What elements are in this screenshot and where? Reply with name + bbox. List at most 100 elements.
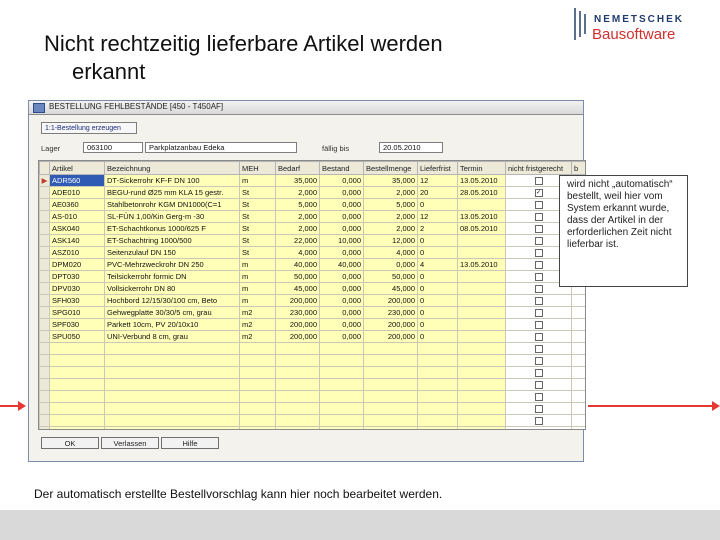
table-row[interactable]: AE0360 Stahlbetonrohr KGM DN1000(C=1 St 5,0… <box>39 198 585 211</box>
empty-cell[interactable] <box>319 414 364 427</box>
column-header[interactable]: Lieferfrist <box>417 161 458 175</box>
cell-termin[interactable] <box>457 198 506 211</box>
cell-meh[interactable]: St <box>239 198 276 211</box>
checkbox-icon[interactable] <box>534 273 543 281</box>
checkbox-icon[interactable] <box>534 249 543 257</box>
cell-bestand[interactable]: 0,000 <box>319 186 364 199</box>
cell-bedarf[interactable]: 2,000 <box>275 222 320 235</box>
checkbox-icon[interactable] <box>534 201 543 209</box>
cell-meh[interactable]: St <box>239 210 276 223</box>
empty-cell[interactable] <box>319 342 364 355</box>
empty-cell[interactable] <box>104 366 240 379</box>
empty-cell[interactable] <box>239 378 276 391</box>
empty-cell[interactable] <box>417 366 458 379</box>
leave-button[interactable]: Verlassen <box>101 437 159 449</box>
cell-menge[interactable]: 200,000 <box>363 318 418 331</box>
cell-bez[interactable]: Stahlbetonrohr KGM DN1000(C=1 <box>104 198 240 211</box>
cell-bedarf[interactable]: 2,000 <box>275 210 320 223</box>
empty-cell[interactable] <box>505 366 572 379</box>
empty-cell[interactable] <box>49 414 105 427</box>
cell-bestand[interactable]: 0,000 <box>319 294 364 307</box>
empty-cell[interactable] <box>571 366 585 379</box>
empty-cell[interactable] <box>239 342 276 355</box>
cell-frist[interactable]: 0 <box>417 318 458 331</box>
cell-bedarf[interactable]: 22,000 <box>275 234 320 247</box>
checked-checkbox-icon[interactable]: ✓ <box>534 189 543 197</box>
checkbox-icon[interactable] <box>534 225 543 233</box>
empty-cell[interactable] <box>571 426 585 429</box>
late-checkbox-cell[interactable] <box>505 306 572 319</box>
cell-b[interactable] <box>571 294 585 307</box>
cell-bedarf[interactable]: 200,000 <box>275 294 320 307</box>
empty-cell[interactable] <box>363 366 418 379</box>
cell-bestand[interactable]: 0,000 <box>319 270 364 283</box>
empty-cell[interactable] <box>417 342 458 355</box>
cell-b[interactable] <box>571 330 585 343</box>
cell-bestand[interactable]: 10,000 <box>319 234 364 247</box>
empty-cell[interactable] <box>49 378 105 391</box>
table-row[interactable]: DPM020 PVC-Mehrzweckrohr DN 250 m 40,000 40,… <box>39 258 585 271</box>
cell-bestand[interactable]: 0,000 <box>319 174 364 187</box>
cell-menge[interactable]: 4,000 <box>363 246 418 259</box>
cell-menge[interactable]: 5,000 <box>363 198 418 211</box>
empty-row[interactable] <box>39 414 585 427</box>
empty-cell[interactable] <box>363 414 418 427</box>
cell-menge[interactable]: 230,000 <box>363 306 418 319</box>
table-row[interactable]: ASZ010 Seitenzulauf DN 150 St 4,000 0,000 4,0… <box>39 246 585 259</box>
cell-bestand[interactable]: 0,000 <box>319 198 364 211</box>
cell-bestand[interactable]: 0,000 <box>319 318 364 331</box>
empty-cell[interactable] <box>319 366 364 379</box>
empty-cell[interactable] <box>49 354 105 367</box>
empty-cell[interactable] <box>505 426 572 430</box>
cell-bestand[interactable]: 0,000 <box>319 306 364 319</box>
empty-cell[interactable] <box>275 426 320 429</box>
column-header[interactable]: b <box>571 161 585 175</box>
late-checkbox-cell[interactable] <box>505 330 572 343</box>
cell-artikel[interactable]: ASZ010 <box>49 246 105 259</box>
empty-cell[interactable] <box>239 366 276 379</box>
cell-frist[interactable]: 0 <box>417 282 458 295</box>
cell-termin[interactable] <box>457 318 506 331</box>
empty-cell[interactable] <box>104 414 240 427</box>
empty-cell[interactable] <box>571 354 585 367</box>
cell-bedarf[interactable]: 50,000 <box>275 270 320 283</box>
empty-cell[interactable] <box>104 354 240 367</box>
empty-cell[interactable] <box>104 378 240 391</box>
table-row[interactable]: ASK040 ET-Schachtkonus 1000/625 F St 2,000 0… <box>39 222 585 235</box>
table-row[interactable]: SFH030 Hochbord 12/15/30/100 cm, Beto m 200… <box>39 294 585 307</box>
checkbox-icon[interactable] <box>534 321 543 329</box>
cell-meh[interactable]: m <box>239 270 276 283</box>
late-checkbox-cell[interactable] <box>505 294 572 307</box>
cell-b[interactable] <box>571 306 585 319</box>
empty-cell[interactable] <box>457 366 506 379</box>
empty-cell[interactable] <box>457 402 506 415</box>
empty-cell[interactable] <box>417 354 458 367</box>
checkbox-icon[interactable] <box>535 429 543 430</box>
help-button[interactable]: Hilfe <box>161 437 219 449</box>
cell-menge[interactable]: 12,000 <box>363 234 418 247</box>
cell-artikel[interactable]: AE0360 <box>49 198 105 211</box>
empty-cell[interactable] <box>275 342 320 355</box>
empty-cell[interactable] <box>417 426 458 429</box>
cell-bedarf[interactable]: 200,000 <box>275 330 320 343</box>
empty-row[interactable] <box>39 354 585 367</box>
empty-cell[interactable] <box>49 342 105 355</box>
table-row[interactable]: ASK140 ET-Schachtring 1000/500 St 22,000 10,… <box>39 234 585 247</box>
generate-order-button[interactable]: 1:1-Bestellung erzeugen <box>41 122 137 134</box>
cell-bedarf[interactable]: 200,000 <box>275 318 320 331</box>
cell-termin[interactable] <box>457 270 506 283</box>
cell-meh[interactable]: m <box>239 294 276 307</box>
empty-cell[interactable] <box>239 390 276 403</box>
cell-bez[interactable]: ET-Schachtkonus 1000/625 F <box>104 222 240 235</box>
empty-cell[interactable] <box>275 378 320 391</box>
checkbox-icon[interactable] <box>534 357 543 365</box>
empty-cell[interactable] <box>363 354 418 367</box>
cell-bestand[interactable]: 0,000 <box>319 282 364 295</box>
cell-bedarf[interactable]: 230,000 <box>275 306 320 319</box>
empty-row[interactable] <box>39 342 585 355</box>
empty-cell[interactable] <box>571 390 585 403</box>
cell-artikel[interactable]: ADE010 <box>49 186 105 199</box>
cell-menge[interactable]: 35,000 <box>363 174 418 187</box>
cell-bez[interactable]: Teilsickerrohr formic DN <box>104 270 240 283</box>
empty-cell[interactable] <box>104 402 240 415</box>
